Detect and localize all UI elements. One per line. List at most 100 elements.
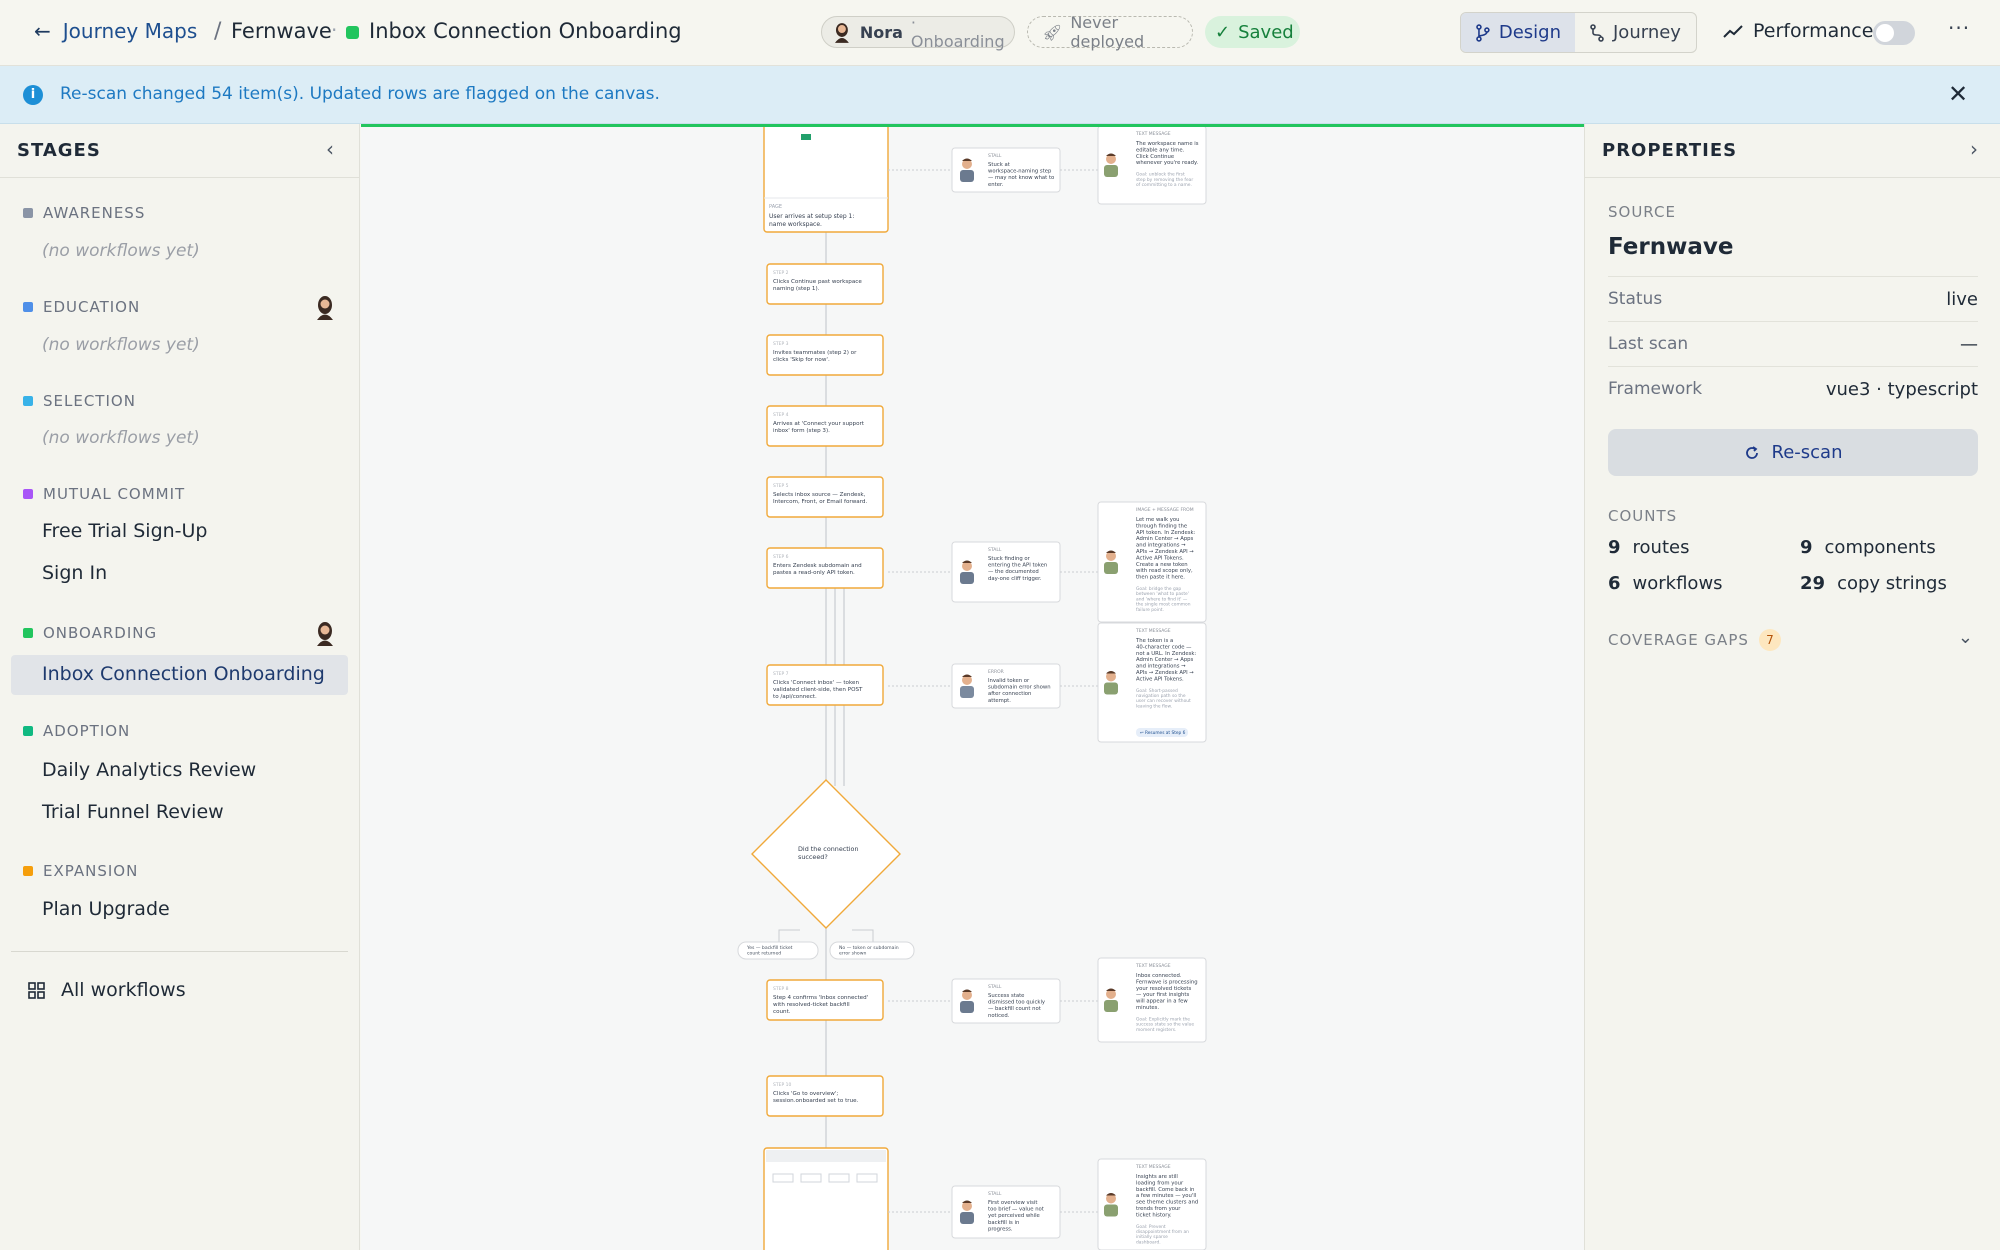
rocket-icon: 🚀︎ [1042, 22, 1063, 42]
canvas-status-line [361, 124, 1584, 127]
step-description: Selects inbox source — Zendesk, Intercom,… [773, 492, 867, 505]
chevron-left-icon[interactable]: ‹ [326, 137, 334, 161]
persona-body [1104, 1000, 1118, 1012]
flow-diagram[interactable]: PAGEUser arrives at setup step 1: name wo… [361, 124, 1584, 1250]
workflow-item[interactable]: Sign In [42, 562, 107, 584]
save-status-label: Saved [1238, 21, 1294, 43]
breadcrumb-dot: · [331, 18, 338, 42]
count-components: 9 components [1800, 537, 1936, 558]
count-workflows: 6 workflows [1608, 573, 1723, 594]
stage-label: ONBOARDING [43, 624, 158, 642]
trend-icon [1723, 25, 1743, 38]
stage-color-swatch [23, 726, 33, 736]
persona-body [1104, 1204, 1118, 1217]
stage-onboarding[interactable]: ONBOARDING [23, 624, 157, 642]
design-mode-label: Design [1498, 22, 1561, 43]
message-label: TEXT MESSAGE [1135, 963, 1171, 969]
property-key: Last scan [1608, 334, 1689, 354]
stage-empty-note: (no workflows yet) [42, 335, 200, 355]
stage-label: EXPANSION [43, 862, 139, 880]
step-label: STEP 4 [773, 412, 789, 418]
property-value: — [1960, 334, 1978, 355]
stages-sidebar: STAGES ‹ AWARENESS (no workflows yet) ED… [0, 124, 360, 1250]
journey-mode-button[interactable]: Journey [1575, 13, 1695, 52]
back-link-label: Journey Maps [62, 19, 198, 43]
workflow-item[interactable]: Inbox Connection Onboarding [42, 663, 325, 685]
pain-label: STALL [988, 153, 1002, 159]
persona-body [960, 1001, 974, 1013]
stage-color-swatch [23, 866, 33, 876]
more-options-icon[interactable]: ··· [1948, 16, 1970, 40]
chevron-down-icon: ⌄ [1957, 627, 1974, 648]
stage-expansion[interactable]: EXPANSION [23, 862, 138, 880]
deploy-status-pill[interactable]: 🚀︎ Never deployed [1027, 13, 1193, 51]
view-mode-switch: Design Journey [1460, 12, 1697, 53]
journey-canvas[interactable]: PAGE User arrives at setup step 1: name wo… [361, 124, 1584, 1250]
workflow-item[interactable]: Plan Upgrade [42, 898, 170, 920]
chevron-right-icon[interactable]: › [1970, 137, 1978, 161]
message-label: TEXT MESSAGE [1135, 628, 1171, 634]
stages-title: STAGES [17, 140, 101, 161]
workflow-item[interactable]: Daily Analytics Review [42, 759, 256, 781]
performance-label: Performance [1753, 20, 1874, 42]
stage-owner-avatar [317, 296, 333, 320]
stage-color-swatch [23, 208, 33, 218]
stage-label: MUTUAL COMMIT [43, 485, 186, 503]
persona-body [1104, 562, 1118, 574]
stage-empty-note: (no workflows yet) [42, 428, 200, 448]
stage-empty-note: (no workflows yet) [42, 241, 200, 261]
owner-pill[interactable]: Nora · Onboarding [821, 13, 1015, 51]
source-label: SOURCE [1608, 203, 1676, 221]
refresh-icon [1745, 445, 1758, 459]
page-card [763, 1147, 889, 1250]
stage-adoption[interactable]: ADOPTION [23, 722, 130, 740]
banner-message: Re-scan changed 54 item(s). Updated rows… [60, 84, 660, 104]
save-status-badge: ✓ Saved [1205, 16, 1300, 48]
journey-mode-label: Journey [1613, 22, 1681, 43]
stage-mutual-commit[interactable]: MUTUAL COMMIT [23, 485, 185, 503]
avatar [834, 23, 849, 43]
design-mode-button[interactable]: Design [1461, 13, 1575, 52]
grid-icon [28, 981, 45, 999]
persona-body [960, 170, 974, 182]
all-workflows-link[interactable]: All workflows [28, 979, 186, 1001]
pain-label: STALL [988, 984, 1002, 990]
breadcrumb-project[interactable]: Fernwave [231, 19, 332, 43]
stage-label: ADOPTION [43, 722, 131, 740]
message-text: The token is a 40-character code — not a U… [1135, 638, 1196, 682]
persona-body [960, 686, 974, 698]
count-copy-strings: 29 copy strings [1800, 573, 1947, 594]
property-row-last-scan: Last scan — [1608, 321, 1978, 366]
step-label: STEP 10 [773, 1082, 791, 1088]
rescan-button[interactable]: Re-scan [1608, 429, 1978, 476]
property-value: vue3 · typescript [1825, 379, 1978, 400]
workflow-item[interactable]: Free Trial Sign-Up [42, 520, 208, 542]
coverage-gaps-count: 7 [1758, 629, 1781, 651]
stage-selection[interactable]: SELECTION [23, 392, 136, 410]
stage-owner-avatar [317, 622, 333, 646]
close-icon[interactable]: ✕ [1948, 80, 1968, 108]
coverage-gaps-toggle[interactable]: COVERAGE GAPS 7 ⌄ [1608, 627, 1978, 651]
coverage-gaps-label: COVERAGE GAPS [1608, 631, 1749, 649]
stage-label: AWARENESS [43, 204, 146, 222]
property-key: Status [1608, 289, 1663, 309]
stage-color-swatch [23, 396, 33, 406]
counts-label: COUNTS [1608, 507, 1678, 525]
check-icon: ✓ [1215, 21, 1231, 43]
stage-education[interactable]: EDUCATION [23, 298, 140, 316]
source-name: Fernwave [1608, 234, 1734, 260]
property-row-framework: Framework vue3 · typescript [1608, 366, 1978, 411]
message-label: TEXT MESSAGE [1135, 131, 1171, 137]
workflow-item[interactable]: Trial Funnel Review [42, 801, 224, 823]
step-label: STEP 8 [773, 986, 789, 992]
pain-label: ERROR [988, 669, 1004, 675]
performance-toggle[interactable] [1873, 21, 1915, 45]
property-value: live [1946, 289, 1978, 310]
back-link[interactable]: ← Journey Maps [34, 19, 197, 43]
page-thumb-toolbar [766, 1150, 886, 1162]
sidebar-divider [11, 951, 348, 952]
arrow-left-icon: ← [34, 19, 51, 43]
stage-awareness[interactable]: AWARENESS [23, 204, 145, 222]
message-text: Let me walk you through finding the API to… [1136, 517, 1196, 581]
branch-icon [1476, 23, 1490, 42]
